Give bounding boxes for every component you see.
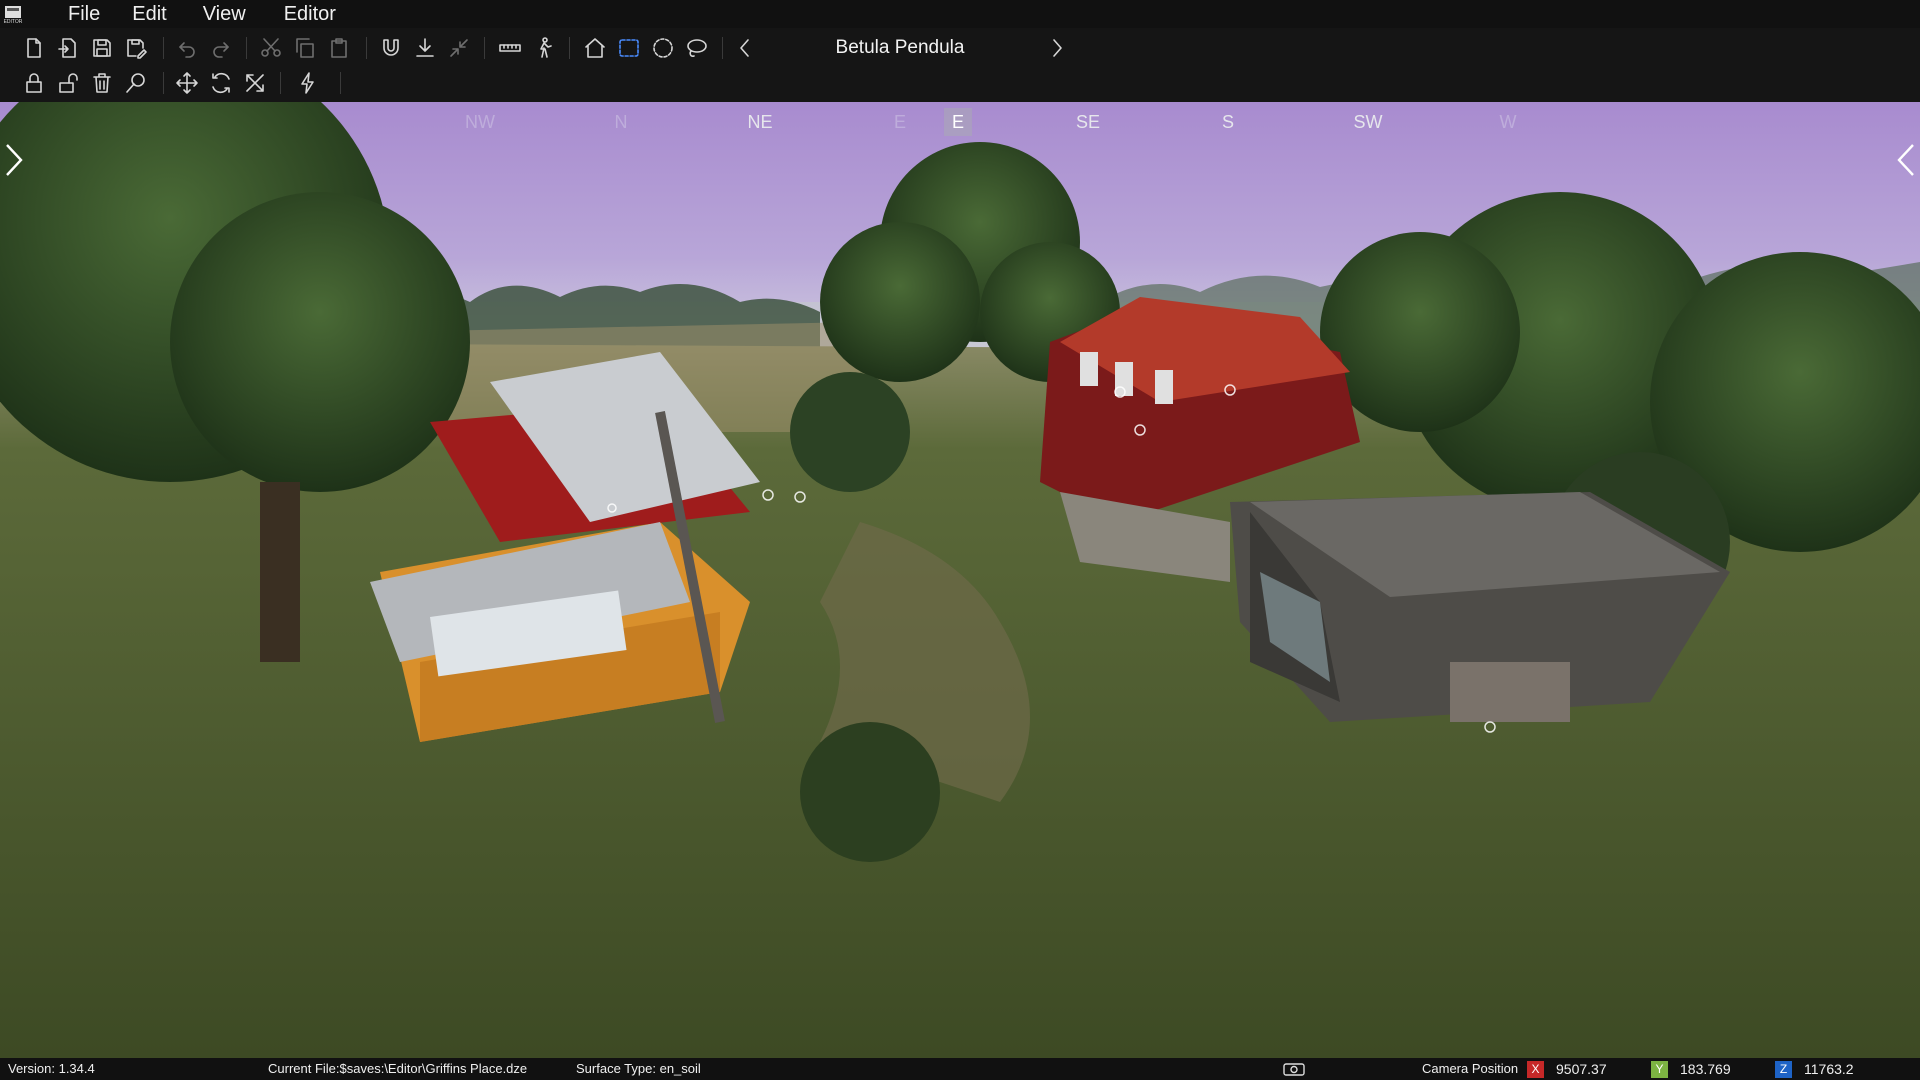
z-axis-badge: Z	[1775, 1061, 1792, 1078]
menu-file[interactable]: File	[56, 0, 112, 28]
circle-select-icon[interactable]	[650, 35, 676, 61]
box-select-icon[interactable]	[616, 35, 642, 61]
toolbar-separator	[280, 72, 281, 94]
toolbar-row-2	[0, 66, 1920, 100]
logo-text: EDITOR	[4, 19, 23, 25]
x-axis-badge: X	[1527, 1061, 1544, 1078]
lightning-icon[interactable]	[295, 70, 321, 96]
3d-viewport[interactable]	[0, 102, 1920, 1058]
toolbar-separator	[722, 37, 723, 59]
menu-editor[interactable]: Editor	[272, 0, 348, 28]
toolbar-separator	[484, 37, 485, 59]
search-icon[interactable]	[123, 70, 149, 96]
cut-icon[interactable]	[258, 35, 284, 61]
compass-strip: NW N NE E E SE S SW W	[0, 108, 1920, 138]
compass-e-faint: E	[893, 112, 907, 132]
collapse-icon[interactable]	[446, 35, 472, 61]
toolbar-separator	[163, 37, 164, 59]
right-panel-toggle-chevron-left-icon[interactable]	[1894, 140, 1918, 180]
walk-icon[interactable]	[531, 35, 557, 61]
lasso-select-icon[interactable]	[684, 35, 710, 61]
compass-w: W	[1499, 112, 1517, 132]
delete-icon[interactable]	[89, 70, 115, 96]
paste-icon[interactable]	[326, 35, 352, 61]
scene-render	[0, 102, 1920, 1058]
editor-logo-icon: EDITOR	[0, 1, 26, 27]
menu-edit[interactable]: Edit	[120, 0, 178, 28]
compass-nw: NW	[465, 112, 495, 132]
compass-ne: NE	[747, 112, 773, 132]
home-icon[interactable]	[582, 35, 608, 61]
camera-position-label: Camera Position	[1422, 1061, 1519, 1076]
open-file-icon[interactable]	[55, 35, 81, 61]
camera-y-value: 183.769	[1680, 1061, 1731, 1077]
y-axis-badge: Y	[1651, 1061, 1668, 1078]
next-object-button[interactable]	[1044, 35, 1070, 61]
camera-x-value: 9507.37	[1556, 1061, 1607, 1077]
unlock-icon[interactable]	[55, 70, 81, 96]
left-panel-toggle-chevron-right-icon[interactable]	[2, 140, 26, 180]
lock-icon[interactable]	[21, 70, 47, 96]
compass-se: SE	[1075, 112, 1101, 132]
compass-s: S	[1221, 112, 1235, 132]
toolbar-row-1: Betula Pendula	[0, 31, 1920, 65]
menu-bar: EDITOR File Edit View Editor	[0, 0, 1920, 28]
copy-icon[interactable]	[292, 35, 318, 61]
status-bar: Version: 1.34.4 Current File:$saves:\Edi…	[0, 1058, 1920, 1080]
object-title: Betula Pendula	[835, 37, 965, 58]
toolbar: Betula Pendula	[0, 28, 1920, 103]
save-as-icon[interactable]	[123, 35, 149, 61]
current-file-text: Current File:$saves:\Editor\Griffins Pla…	[268, 1061, 528, 1076]
toolbar-separator	[340, 72, 341, 94]
save-icon[interactable]	[89, 35, 115, 61]
camera-z-value: 11763.2	[1804, 1061, 1854, 1077]
compass-sw: SW	[1353, 112, 1383, 132]
previous-object-button[interactable]	[732, 35, 758, 61]
compass-n: N	[614, 112, 628, 132]
move-icon[interactable]	[174, 70, 200, 96]
magnet-icon[interactable]	[378, 35, 404, 61]
new-file-icon[interactable]	[21, 35, 47, 61]
surface-type-text: Surface Type: en_soil	[576, 1061, 701, 1076]
ruler-icon[interactable]	[497, 35, 523, 61]
toolbar-separator	[246, 37, 247, 59]
menu-view[interactable]: View	[191, 0, 258, 28]
camera-icon	[1282, 1058, 1306, 1080]
toolbar-separator	[366, 37, 367, 59]
undo-icon[interactable]	[174, 35, 200, 61]
version-text: Version: 1.34.4	[8, 1061, 95, 1076]
rotate-icon[interactable]	[208, 70, 234, 96]
compass-heading-current: E	[943, 108, 973, 136]
ground-snap-icon[interactable]	[412, 35, 438, 61]
toolbar-separator	[569, 37, 570, 59]
toolbar-separator	[163, 72, 164, 94]
scale-icon[interactable]	[242, 70, 268, 96]
redo-icon[interactable]	[208, 35, 234, 61]
